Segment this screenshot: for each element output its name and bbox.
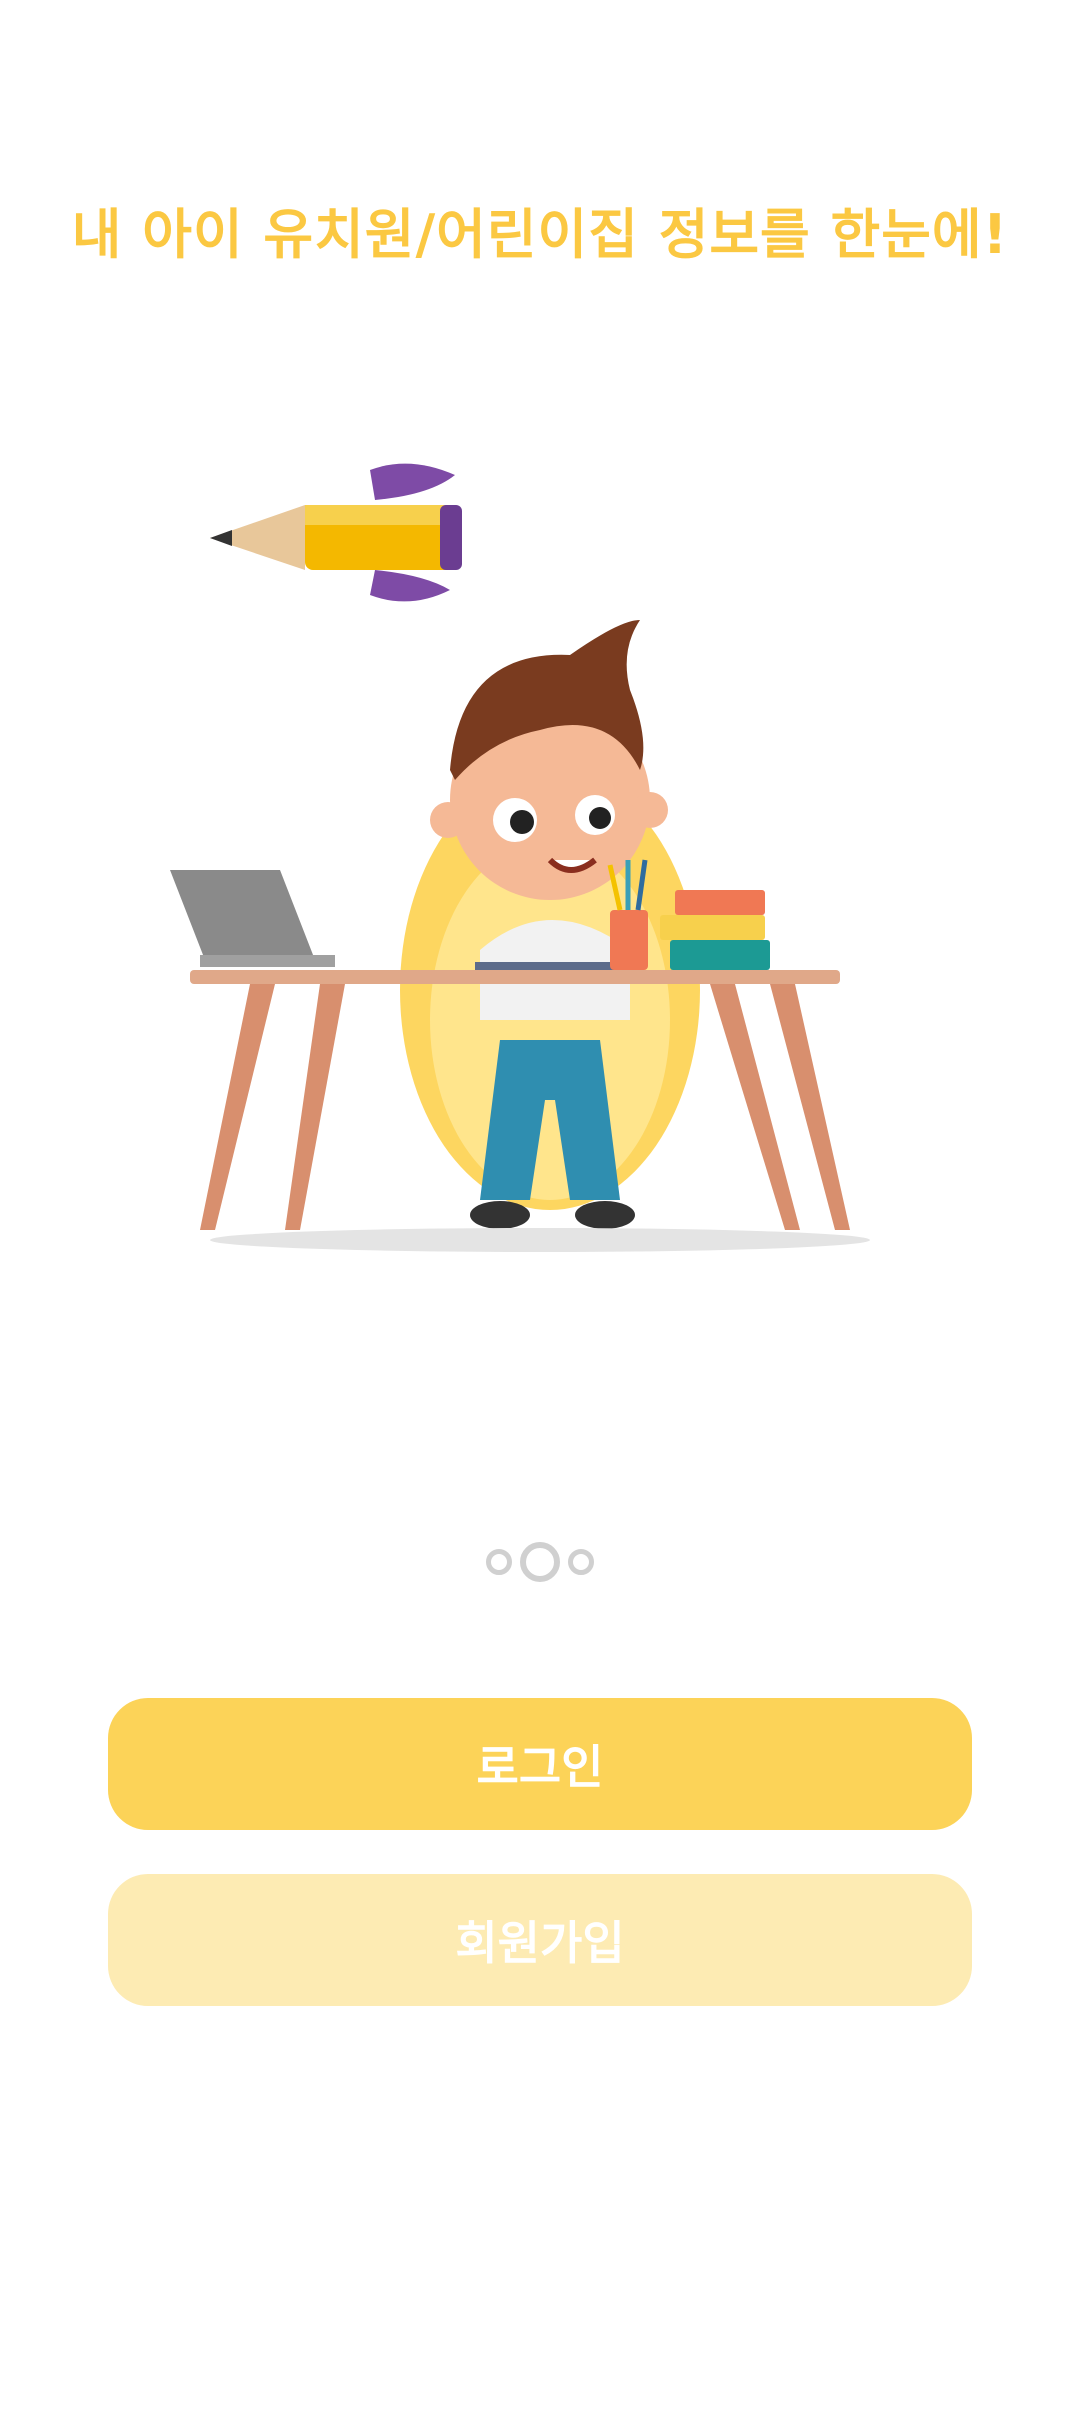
signup-button[interactable]: 회원가입 (108, 1874, 972, 2006)
page-dot-2-active[interactable] (520, 1542, 560, 1582)
login-button[interactable]: 로그인 (108, 1698, 972, 1830)
headline: 내 아이 유치원/어린이집 정보를 한눈에! (71, 203, 1009, 266)
boy-at-desk-illustration (170, 463, 870, 1252)
page-dot-3[interactable] (568, 1549, 594, 1575)
page-indicator (0, 1542, 1080, 1582)
pencil-rocket-icon (210, 463, 462, 602)
page-dot-1[interactable] (486, 1549, 512, 1575)
